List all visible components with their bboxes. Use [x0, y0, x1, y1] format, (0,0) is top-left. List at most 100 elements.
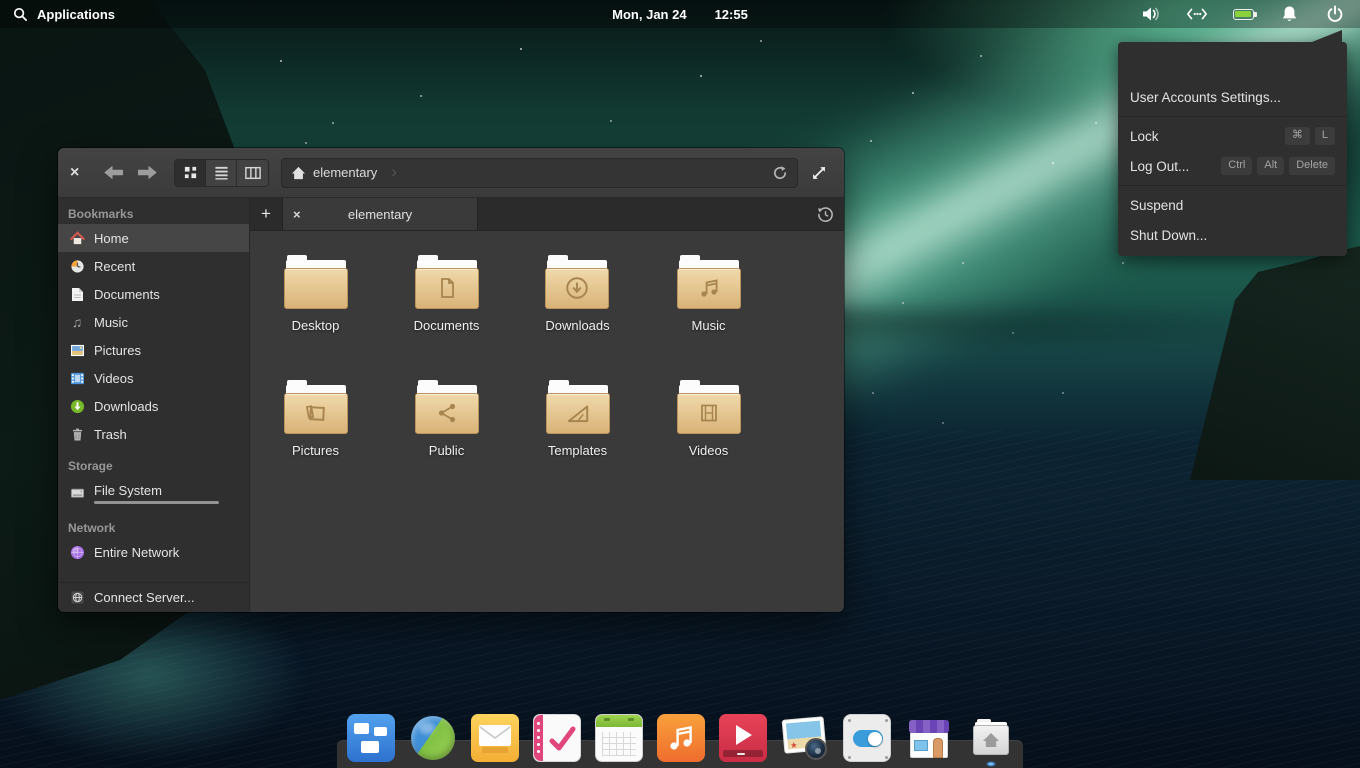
tab-elementary[interactable]: × elementary — [282, 198, 478, 230]
sidebar-item-entire-network[interactable]: Entire Network — [58, 538, 249, 566]
dock-item-photos[interactable] — [781, 714, 829, 762]
sidebar-item-label: Music — [94, 315, 128, 330]
tasks-icon — [533, 714, 581, 762]
trash-icon — [69, 426, 85, 442]
pathbar[interactable]: elementary › — [281, 158, 798, 188]
recent-icon — [69, 258, 85, 274]
window-close-button[interactable]: × — [70, 164, 92, 182]
applications-menu-button[interactable]: Applications — [0, 0, 115, 28]
maximize-button[interactable] — [806, 160, 832, 186]
list-view-icon — [214, 165, 229, 180]
connect-server-label: Connect Server... — [94, 590, 194, 605]
menu-item-user-accounts[interactable]: User Accounts Settings... — [1118, 82, 1347, 112]
folder-item-desktop[interactable]: Desktop — [284, 255, 348, 380]
new-tab-button[interactable]: + — [250, 198, 282, 230]
sidebar-item-recent[interactable]: Recent — [58, 252, 249, 280]
folder-item-downloads[interactable]: Downloads — [545, 255, 609, 380]
back-button[interactable] — [100, 160, 126, 186]
folder-grid: Desktop Documents — [250, 255, 844, 505]
sidebar-item-music[interactable]: ♫ Music — [58, 308, 249, 336]
breadcrumb-location[interactable]: elementary — [313, 165, 377, 180]
menu-item-log-out[interactable]: Log Out... Ctrl Alt Delete — [1118, 151, 1347, 181]
network-indicator[interactable] — [1186, 4, 1208, 24]
folder-icon — [677, 380, 741, 434]
refresh-icon — [772, 165, 788, 181]
files-titlebar[interactable]: × — [58, 148, 844, 198]
folder-item-public[interactable]: Public — [415, 380, 479, 505]
sidebar-item-downloads[interactable]: Downloads — [58, 392, 249, 420]
column-view-button[interactable] — [237, 160, 268, 186]
dock-item-files[interactable] — [967, 714, 1015, 762]
panel-indicators — [1140, 0, 1360, 28]
dock-item-tasks[interactable] — [533, 714, 581, 762]
notifications-indicator[interactable] — [1278, 4, 1300, 24]
panel-date[interactable]: Mon, Jan 24 — [612, 7, 686, 22]
pictures-icon — [69, 342, 85, 358]
grid-view-button[interactable] — [175, 160, 206, 186]
column-view-icon — [245, 166, 261, 180]
sidebar-item-label: Downloads — [94, 399, 158, 414]
bell-icon — [1281, 5, 1298, 23]
dock-item-appcenter[interactable] — [905, 714, 953, 762]
videos-app-icon — [719, 714, 767, 762]
network-header: Network — [58, 516, 249, 538]
sidebar-item-documents[interactable]: Documents — [58, 280, 249, 308]
folder-icon — [545, 255, 609, 309]
hard-drive-icon — [69, 485, 85, 501]
session-indicator[interactable] — [1324, 4, 1346, 24]
tab-close-button[interactable]: × — [293, 207, 309, 222]
dock-item-multitasking-view[interactable] — [347, 714, 395, 762]
files-main: + × elementary — [250, 198, 844, 612]
top-panel: Applications Mon, Jan 24 12:55 — [0, 0, 1360, 28]
panel-time[interactable]: 12:55 — [715, 7, 748, 22]
key-ctrl: Ctrl — [1221, 157, 1252, 175]
dock-item-calendar[interactable] — [595, 714, 643, 762]
folder-name: Desktop — [292, 318, 340, 333]
folder-name: Templates — [548, 443, 607, 458]
sidebar-item-label: Documents — [94, 287, 160, 302]
menu-item-shut-down[interactable]: Shut Down... — [1118, 220, 1347, 250]
battery-indicator[interactable] — [1232, 4, 1254, 24]
dock-item-system-settings[interactable] — [843, 714, 891, 762]
menu-user-area — [1118, 42, 1347, 82]
sidebar-item-videos[interactable]: Videos — [58, 364, 249, 392]
tab-history-button[interactable] — [806, 198, 844, 230]
folder-view[interactable]: Desktop Documents — [250, 231, 844, 612]
folder-icon — [284, 255, 348, 309]
battery-icon — [1233, 9, 1254, 20]
folder-name: Documents — [414, 318, 480, 333]
grid-view-icon — [183, 165, 198, 180]
list-view-button[interactable] — [206, 160, 237, 186]
folder-item-videos[interactable]: Videos — [677, 380, 741, 505]
forward-button[interactable] — [134, 160, 160, 186]
refresh-button[interactable] — [772, 165, 788, 181]
folder-item-pictures[interactable]: Pictures — [284, 380, 348, 505]
volume-indicator[interactable] — [1140, 4, 1162, 24]
dock-item-mail[interactable] — [471, 714, 519, 762]
folder-name: Downloads — [545, 318, 609, 333]
folder-item-documents[interactable]: Documents — [414, 255, 480, 380]
sidebar-item-label: Entire Network — [94, 545, 179, 560]
dock-item-web-browser[interactable] — [409, 714, 457, 762]
dock-item-videos[interactable] — [719, 714, 767, 762]
sidebar-spacer — [58, 566, 249, 582]
dock-item-music[interactable] — [657, 714, 705, 762]
user-accounts-label: User Accounts Settings... — [1130, 90, 1281, 105]
menu-item-lock[interactable]: Lock ⌘ L — [1118, 121, 1347, 151]
network-globe-icon — [69, 544, 85, 560]
bookmarks-header: Bookmarks — [58, 202, 249, 224]
key-alt: Alt — [1257, 157, 1284, 175]
menu-item-suspend[interactable]: Suspend — [1118, 190, 1347, 220]
music-app-icon — [657, 714, 705, 762]
storage-header: Storage — [58, 454, 249, 476]
folder-emblem-download-icon — [564, 275, 590, 301]
sidebar-item-trash[interactable]: Trash — [58, 420, 249, 448]
sidebar-item-pictures[interactable]: Pictures — [58, 336, 249, 364]
folder-item-music[interactable]: Music — [677, 255, 741, 380]
lock-label: Lock — [1130, 129, 1159, 144]
folder-emblem-photo-icon — [303, 400, 329, 426]
sidebar-item-file-system[interactable]: File System — [58, 476, 249, 510]
folder-item-templates[interactable]: Templates — [546, 380, 610, 505]
connect-server-button[interactable]: Connect Server... — [58, 582, 249, 612]
sidebar-item-home[interactable]: Home — [58, 224, 249, 252]
